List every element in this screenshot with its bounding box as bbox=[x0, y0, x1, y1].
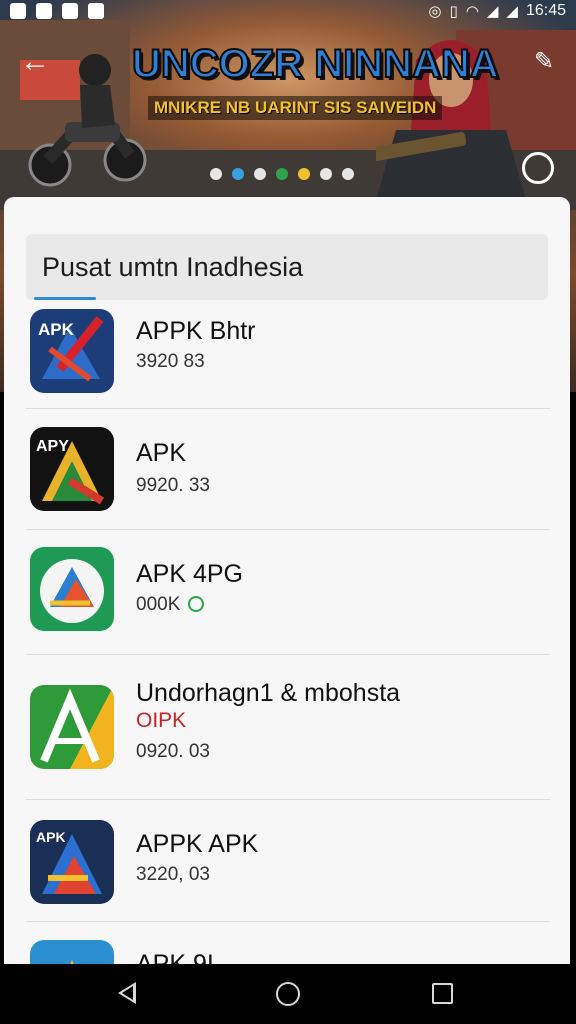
banner-subline: MNIKRE NB UARINT SIS SAIVEIDN bbox=[148, 96, 443, 120]
app-notification-icon bbox=[62, 3, 78, 19]
image-notification-icon bbox=[88, 3, 104, 19]
list-item[interactable]: APK 9I bbox=[26, 922, 550, 964]
apk-app-icon: APK bbox=[30, 820, 114, 904]
svg-text:APY: APY bbox=[36, 438, 69, 455]
carousel-dot[interactable] bbox=[342, 168, 354, 180]
app-size: 0920. 03 bbox=[136, 741, 210, 762]
carousel-dot[interactable] bbox=[210, 168, 222, 180]
carousel-dot[interactable] bbox=[320, 168, 332, 180]
verified-badge-icon bbox=[188, 596, 205, 612]
carousel-indicator[interactable] bbox=[210, 168, 354, 180]
app-size: 3220, 03 bbox=[136, 864, 210, 885]
nav-back-icon[interactable] bbox=[118, 982, 136, 1004]
status-notification-icons bbox=[10, 3, 104, 19]
search-value[interactable]: Pusat umtn Inadhesia bbox=[42, 252, 303, 283]
app-title: APK 4PG bbox=[136, 560, 243, 588]
search-field[interactable]: Pusat umtn Inadhesia bbox=[26, 234, 548, 300]
apk-app-icon bbox=[30, 547, 114, 631]
nav-home-icon[interactable] bbox=[276, 982, 300, 1006]
app-list: APK APPK Bhtr 3920 83 APY APK 9920. 33 A… bbox=[26, 303, 550, 964]
list-item[interactable]: Undorhagn1 & mbohsta OIPK 0920. 03 bbox=[26, 655, 550, 800]
camera-notification-icon bbox=[10, 3, 26, 19]
app-title: APPK Bhtr bbox=[136, 317, 256, 345]
signal-icon: ◢ bbox=[486, 3, 499, 20]
carousel-dot[interactable] bbox=[254, 168, 266, 180]
vibrate-icon: ▯ bbox=[449, 3, 458, 20]
gallery-notification-icon bbox=[36, 3, 52, 19]
app-size: 000K bbox=[136, 594, 181, 615]
carousel-dot[interactable] bbox=[276, 168, 288, 180]
svg-text:APK: APK bbox=[38, 320, 75, 339]
app-list-sheet: Pusat umtn Inadhesia APK APPK Bhtr 3920 … bbox=[4, 197, 570, 964]
status-time: 16:45 bbox=[525, 2, 566, 19]
app-size: 9920. 33 bbox=[136, 475, 210, 496]
app-title: APK bbox=[136, 439, 187, 467]
carousel-dot[interactable] bbox=[298, 168, 310, 180]
list-item[interactable]: APK APPK APK 3220, 03 bbox=[26, 800, 550, 922]
app-size-row: 000K bbox=[136, 594, 205, 616]
apk-app-icon bbox=[30, 940, 114, 964]
list-item[interactable]: APK APPK Bhtr 3920 83 bbox=[26, 303, 550, 409]
system-navigation-bar bbox=[0, 964, 576, 1024]
app-size: 3920 83 bbox=[136, 351, 205, 372]
carousel-dot[interactable] bbox=[232, 168, 244, 180]
status-system-icons: ◎ ▯ ◠ ◢ ◢ 16:45 bbox=[428, 2, 566, 20]
app-title: APK 9I bbox=[136, 950, 214, 964]
signal-icon: ◢ bbox=[506, 3, 518, 20]
list-item[interactable]: APK 4PG 000K bbox=[26, 530, 550, 655]
app-tag: OIPK bbox=[136, 709, 187, 732]
location-icon: ◎ bbox=[428, 3, 442, 20]
apk-app-icon: APY bbox=[30, 427, 114, 511]
edit-icon[interactable]: ✎ bbox=[526, 44, 562, 80]
nav-recents-icon[interactable] bbox=[432, 983, 453, 1004]
apk-app-icon: APK bbox=[30, 309, 114, 393]
status-bar: ◎ ▯ ◠ ◢ ◢ 16:45 bbox=[0, 0, 576, 24]
banner-headline: UNCOZR NINNANA bbox=[131, 41, 500, 87]
back-arrow-icon[interactable]: ← bbox=[20, 44, 56, 80]
app-title: APPK APK bbox=[136, 830, 259, 858]
chat-bubble-icon[interactable] bbox=[522, 152, 554, 184]
app-title: Undorhagn1 & mbohsta bbox=[136, 679, 401, 707]
apk-app-icon bbox=[30, 685, 114, 769]
search-focus-indicator bbox=[34, 297, 96, 300]
svg-text:APK: APK bbox=[36, 829, 66, 845]
list-item[interactable]: APY APK 9920. 33 bbox=[26, 409, 550, 530]
wifi-icon: ◠ bbox=[465, 3, 479, 20]
